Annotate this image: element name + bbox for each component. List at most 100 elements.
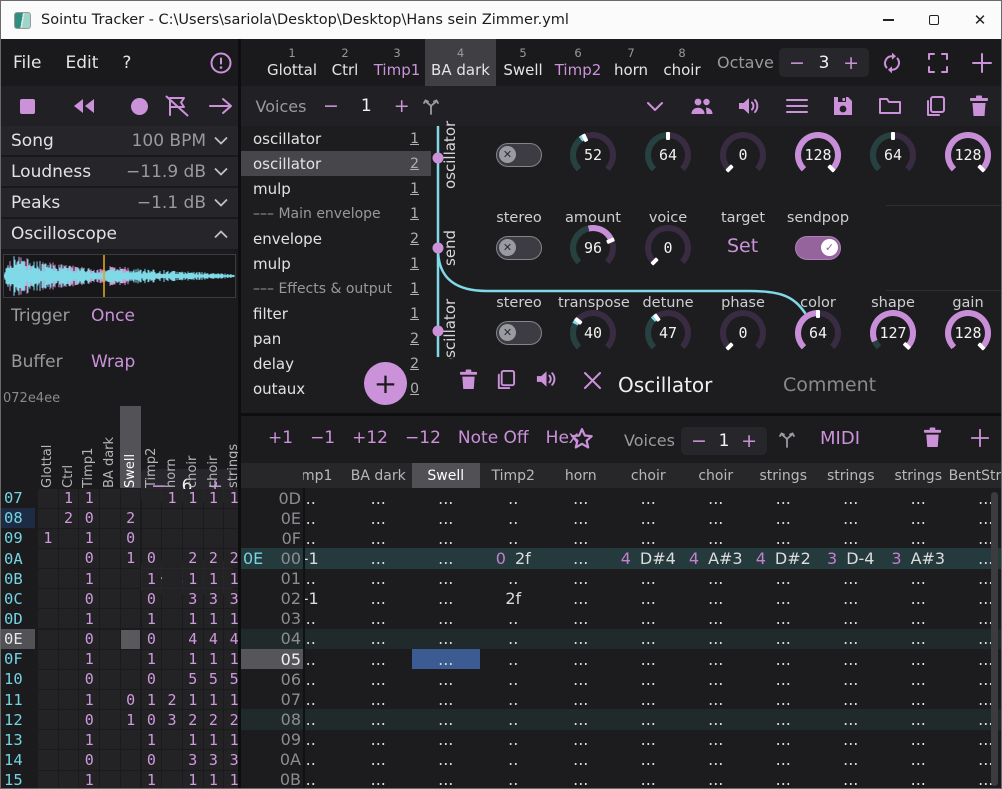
note-cell[interactable]: ... bbox=[412, 649, 480, 669]
order-cell[interactable] bbox=[162, 730, 182, 749]
tab-instrument-ba-dark[interactable]: 4BA dark bbox=[425, 39, 496, 86]
order-cell[interactable]: 1 bbox=[79, 609, 99, 628]
note-cell[interactable]: ... bbox=[345, 649, 413, 669]
order-cell[interactable] bbox=[162, 569, 182, 588]
order-cell[interactable]: 1 bbox=[183, 489, 203, 508]
order-cell[interactable] bbox=[121, 589, 141, 608]
order-cell[interactable]: 5 bbox=[183, 670, 203, 689]
order-cell[interactable]: 1 bbox=[79, 569, 99, 588]
note-cell[interactable]: ... bbox=[412, 589, 480, 609]
note-split-icon[interactable] bbox=[777, 429, 797, 449]
note-cell[interactable]: ... bbox=[345, 689, 413, 709]
order-cell[interactable]: 0 bbox=[79, 549, 99, 568]
note-cell[interactable]: ... bbox=[750, 609, 818, 629]
note-cell[interactable]: ... bbox=[885, 689, 953, 709]
order-cell[interactable] bbox=[38, 750, 58, 769]
pattern-button-+1[interactable]: +1 bbox=[268, 428, 293, 448]
order-cell[interactable]: 0 bbox=[142, 710, 162, 729]
order-cell[interactable] bbox=[59, 650, 79, 669]
note-cell[interactable]: ... bbox=[817, 730, 885, 750]
pattern-button-−1[interactable]: −1 bbox=[310, 428, 335, 448]
order-cell[interactable]: 1 bbox=[79, 730, 99, 749]
note-cell[interactable]: ... bbox=[682, 750, 750, 770]
track-header-horn[interactable]: horn bbox=[547, 463, 615, 488]
note-cell[interactable]: ... bbox=[615, 569, 683, 589]
knob-shape[interactable]: 127 bbox=[870, 310, 916, 356]
note-cell[interactable]: ... bbox=[615, 750, 683, 770]
order-cell[interactable]: 1 bbox=[142, 690, 162, 709]
knob-color[interactable]: 128 bbox=[795, 132, 841, 178]
order-cell[interactable] bbox=[162, 630, 182, 649]
note-cell[interactable]: ... bbox=[750, 709, 818, 729]
pattern-button-−12[interactable]: −12 bbox=[405, 428, 441, 448]
menu-icon[interactable] bbox=[784, 86, 810, 126]
order-cell[interactable] bbox=[121, 569, 141, 588]
note-row-label[interactable]: 04 bbox=[241, 629, 303, 649]
order-cell[interactable] bbox=[121, 650, 141, 669]
note-row-label[interactable]: 07 bbox=[241, 689, 303, 709]
track-header-strings[interactable]: strings bbox=[817, 463, 885, 488]
note-cell[interactable]: ... bbox=[615, 730, 683, 750]
note-scrollbar[interactable] bbox=[991, 492, 998, 786]
close-button[interactable]: ✕ bbox=[957, 1, 1002, 39]
note-cell[interactable]: .. bbox=[480, 750, 548, 770]
order-column-header[interactable]: Glottal bbox=[40, 418, 56, 488]
order-cell[interactable] bbox=[142, 489, 162, 508]
knob-transpose[interactable]: 52 bbox=[570, 132, 616, 178]
delete-pattern-icon[interactable] bbox=[923, 427, 942, 448]
order-cell[interactable] bbox=[142, 529, 162, 548]
note-cell[interactable]: ... bbox=[750, 569, 818, 589]
order-cell[interactable]: 1 bbox=[224, 690, 238, 709]
tab-instrument-horn[interactable]: 7horn bbox=[606, 39, 656, 86]
tab-instrument-glottal[interactable]: 1Glottal bbox=[263, 39, 321, 86]
order-cell[interactable]: 1 bbox=[79, 489, 99, 508]
order-cell[interactable] bbox=[59, 529, 79, 548]
note-cell[interactable]: ... bbox=[750, 488, 818, 508]
pattern-button-note-off[interactable]: Note Off bbox=[458, 428, 529, 448]
note-cell[interactable]: ... bbox=[412, 629, 480, 649]
note-cell[interactable]: ... bbox=[615, 689, 683, 709]
note-cell[interactable]: ... bbox=[547, 629, 615, 649]
note-cell[interactable]: ... bbox=[885, 669, 953, 689]
note-cell[interactable]: ... bbox=[345, 609, 413, 629]
folder-open-icon[interactable] bbox=[877, 86, 903, 126]
order-column-header[interactable]: horn bbox=[164, 418, 180, 488]
order-cell[interactable] bbox=[59, 730, 79, 749]
trigger-mode-button[interactable]: Once bbox=[91, 306, 135, 326]
order-row-number[interactable]: 09 bbox=[1, 528, 35, 548]
note-cell[interactable]: ... bbox=[885, 709, 953, 729]
note-cell[interactable]: ... bbox=[885, 649, 953, 669]
order-cell[interactable] bbox=[100, 489, 120, 508]
note-row-label[interactable]: 0F bbox=[241, 528, 303, 548]
note-cell[interactable]: ... bbox=[615, 649, 683, 669]
order-cell[interactable]: 1 bbox=[142, 771, 162, 789]
unit-list-item[interactable]: oscillator2 bbox=[241, 151, 431, 176]
sidebar-row-song[interactable]: Song100 BPM bbox=[1, 126, 238, 157]
octave-plus-button[interactable]: + bbox=[843, 52, 859, 74]
order-cell[interactable]: 0 bbox=[79, 630, 99, 649]
note-row-label[interactable]: 01 bbox=[241, 569, 303, 589]
record-button[interactable] bbox=[127, 86, 151, 126]
copy-unit-icon[interactable] bbox=[495, 369, 516, 390]
order-cell[interactable] bbox=[121, 771, 141, 789]
order-cell[interactable]: 0 bbox=[121, 690, 141, 709]
order-cell[interactable] bbox=[121, 670, 141, 689]
order-cell[interactable] bbox=[100, 750, 120, 769]
order-cell[interactable] bbox=[162, 589, 182, 608]
order-cell[interactable]: 4 bbox=[204, 630, 224, 649]
knob-phase[interactable]: 0 bbox=[720, 310, 766, 356]
order-cell[interactable] bbox=[162, 670, 182, 689]
note-cell[interactable]: ... bbox=[547, 609, 615, 629]
note-cell[interactable]: ... bbox=[345, 508, 413, 528]
note-cell[interactable]: ... bbox=[412, 528, 480, 548]
note-cell[interactable]: ... bbox=[412, 709, 480, 729]
note-cell[interactable]: ... bbox=[412, 548, 480, 568]
knob-phase[interactable]: 0 bbox=[720, 132, 766, 178]
order-cell[interactable]: 1 bbox=[224, 771, 238, 789]
order-cell[interactable] bbox=[162, 609, 182, 628]
order-cell[interactable]: 3 bbox=[183, 589, 203, 608]
save-icon[interactable] bbox=[830, 86, 856, 126]
note-cell[interactable]: ... bbox=[345, 528, 413, 548]
note-cell[interactable]: ... bbox=[345, 709, 413, 729]
note-cell[interactable]: ... bbox=[750, 669, 818, 689]
